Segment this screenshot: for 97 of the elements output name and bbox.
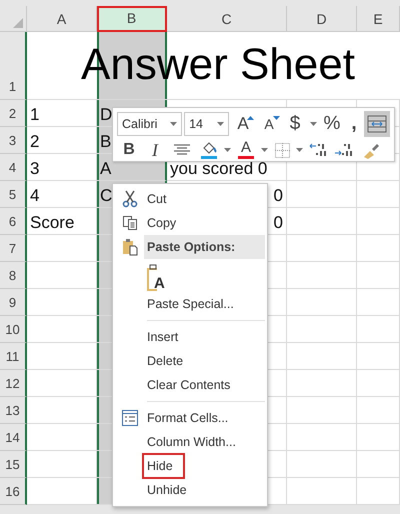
row-header[interactable]: 6 (0, 208, 27, 235)
caret-icon (310, 122, 317, 126)
table-cell (27, 397, 97, 424)
table-cell (357, 451, 400, 478)
table-cell (287, 451, 357, 478)
table-cell (287, 181, 357, 208)
increase-font-size-button[interactable]: A (231, 113, 255, 135)
table-cell (27, 235, 97, 262)
row-header[interactable]: 10 (0, 316, 27, 343)
menu-item[interactable]: Format Cells... (144, 407, 238, 429)
column-header[interactable]: B (97, 6, 167, 32)
caret-icon (170, 122, 178, 126)
font-name-field[interactable]: Calibri (117, 112, 182, 136)
table-cell (287, 343, 357, 370)
table-cell (27, 478, 97, 505)
column-header[interactable]: E (357, 6, 400, 32)
table-cell (287, 289, 357, 316)
table-cell (357, 370, 400, 397)
row-header[interactable]: 8 (0, 262, 27, 289)
menu-item[interactable]: Clear Contents (144, 374, 240, 396)
menu-item[interactable]: Paste Special... (144, 293, 244, 315)
column-header[interactable]: C (167, 6, 287, 32)
table-cell (357, 343, 400, 370)
row-header[interactable]: 16 (0, 478, 27, 505)
caret-icon (261, 148, 268, 152)
column-header[interactable]: A (27, 6, 97, 32)
row-header[interactable]: 11 (0, 343, 27, 370)
row-header[interactable]: 2 (0, 100, 27, 127)
table-cell (357, 235, 400, 262)
row-header[interactable]: 4 (0, 154, 27, 181)
paintbrush-icon (362, 141, 380, 159)
menu-section-heading: Paste Options: (144, 235, 265, 259)
font-size-field[interactable]: 14 (184, 112, 229, 136)
row-header[interactable]: 1 (0, 32, 27, 100)
table-cell (27, 289, 97, 316)
wrap-text-icon (367, 115, 387, 133)
align-center-icon (174, 144, 190, 156)
borders-icon (274, 142, 290, 158)
table-cell: 2 (27, 127, 97, 154)
table-cell (357, 289, 400, 316)
table-cell (27, 370, 97, 397)
table-cell (287, 370, 357, 397)
table-cell (357, 181, 400, 208)
row-header[interactable]: 7 (0, 235, 27, 262)
corner-triangle-icon (13, 18, 23, 28)
table-cell (27, 262, 97, 289)
caret-icon (224, 148, 231, 152)
table-cell: 4 (27, 181, 97, 208)
table-cell (27, 316, 97, 343)
table-cell (357, 397, 400, 424)
menu-item[interactable]: Delete (144, 350, 194, 372)
increase-decimal-icon (309, 142, 327, 158)
currency-button[interactable]: $ (283, 113, 307, 135)
table-cell (287, 316, 357, 343)
table-cell (287, 478, 357, 505)
wrap-text-button[interactable] (364, 111, 390, 137)
up-triangle-icon (247, 116, 254, 120)
table-cell (287, 262, 357, 289)
down-triangle-icon (273, 116, 280, 120)
menu-item[interactable]: Unhide (144, 479, 197, 501)
copy-icon (122, 215, 138, 231)
table-cell (287, 397, 357, 424)
scissors-icon (122, 190, 138, 208)
paint-bucket-icon (201, 142, 217, 154)
format-cells-icon (122, 410, 138, 426)
caret-icon (217, 122, 224, 126)
table-cell (27, 451, 97, 478)
row-header[interactable]: 9 (0, 289, 27, 316)
decrease-font-size-button[interactable]: A (257, 113, 281, 135)
table-cell (357, 208, 400, 235)
row-header[interactable]: 5 (0, 181, 27, 208)
column-header[interactable]: D (287, 6, 357, 32)
table-cell: 3 (27, 154, 97, 181)
table-cell (287, 208, 357, 235)
row-header[interactable]: 13 (0, 397, 27, 424)
table-cell (357, 424, 400, 451)
table-cell (357, 316, 400, 343)
menu-item[interactable]: Hide (144, 455, 183, 477)
percent-button[interactable]: % (320, 113, 344, 135)
row-header[interactable]: 14 (0, 424, 27, 451)
paste-option-button[interactable]: A (146, 260, 170, 290)
table-cell (287, 235, 357, 262)
table-cell (287, 424, 357, 451)
menu-item[interactable]: Insert (144, 326, 188, 348)
decrease-decimal-icon (335, 142, 353, 158)
table-cell (27, 343, 97, 370)
table-cell (357, 262, 400, 289)
table-cell: Score (27, 208, 97, 235)
row-header[interactable]: 3 (0, 127, 27, 154)
table-cell: 1 (27, 100, 97, 127)
clipboard-icon (122, 238, 138, 256)
row-header[interactable]: 12 (0, 370, 27, 397)
menu-item[interactable]: Column Width... (144, 431, 246, 453)
caret-icon (296, 148, 303, 152)
comma-button[interactable]: , (346, 113, 362, 135)
row-header[interactable]: 15 (0, 451, 27, 478)
table-cell (27, 424, 97, 451)
